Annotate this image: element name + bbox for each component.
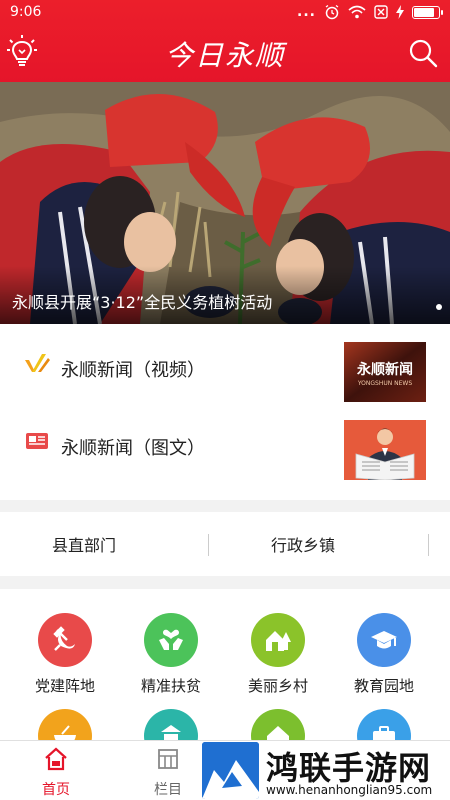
news-article-thumbnail (344, 420, 426, 480)
wifi-icon (348, 5, 366, 19)
battery-fill (414, 7, 434, 17)
top-bar: 9:06 ... 今日永顺 (0, 0, 450, 82)
service-education[interactable]: 教育园地 (334, 613, 434, 696)
app-header: 今日永顺 (0, 26, 450, 82)
banner-caption: 永顺县开展“3·12”全民义务植树活动 (12, 293, 273, 312)
nav-columns-label: 栏目 (154, 782, 182, 798)
nav-home[interactable]: 首页 (21, 747, 91, 799)
watermark-url: www.henanhonglian95.com (266, 783, 433, 797)
category-tabs: 县直部门 行政乡镇 (0, 512, 450, 576)
thumb-title: 永顺新闻 (356, 361, 413, 378)
app-screen: 9:06 ... 今日永顺 永顺县开展“3·12”全民义务植树活动 永顺新闻（视… (0, 0, 450, 800)
nav-home-label: 首页 (42, 782, 70, 798)
v-logo-icon (25, 354, 50, 372)
tab-divider (208, 534, 209, 556)
no-sim-icon (374, 5, 388, 19)
service-party-building[interactable]: 党建阵地 (15, 613, 115, 696)
service-grid: 党建阵地 精准扶贫 美丽乡村 教育园地 (0, 589, 450, 763)
service-beautiful-village[interactable]: 美丽乡村 (228, 613, 328, 696)
more-dots: ... (297, 4, 316, 20)
house-tree-icon (251, 613, 305, 667)
status-time: 9:06 (10, 4, 42, 20)
columns-icon (158, 749, 178, 769)
charging-icon (396, 5, 404, 19)
alarm-icon (325, 4, 339, 20)
news-item-video[interactable]: 永顺新闻（视频） 永顺新闻 YONGSHUN NEWS (0, 324, 450, 402)
newspaper-icon (26, 433, 48, 449)
battery-icon (412, 5, 443, 19)
thumb-subtitle: YONGSHUN NEWS (357, 380, 413, 387)
graduation-cap-icon (357, 613, 411, 667)
news-item-label: 永顺新闻（图文） (61, 438, 205, 459)
service-label: 精准扶贫 (140, 677, 201, 695)
carousel-indicator (436, 304, 442, 310)
tab-county-departments[interactable]: 县直部门 (52, 532, 116, 556)
watermark-logo-icon (202, 742, 259, 799)
banner-carousel[interactable]: 永顺县开展“3·12”全民义务植树活动 (0, 82, 450, 324)
service-label: 党建阵地 (34, 677, 95, 695)
status-bar: 9:06 ... (0, 0, 450, 26)
app-logo: 今日永顺 (164, 39, 285, 72)
tab-townships[interactable]: 行政乡镇 (271, 532, 335, 556)
service-poverty-alleviation[interactable]: 精准扶贫 (121, 613, 221, 696)
hands-heart-icon (144, 613, 198, 667)
tab-divider (428, 534, 429, 556)
news-item-label: 永顺新闻（视频） (61, 360, 205, 381)
home-icon (45, 747, 67, 771)
status-icons: ... (297, 4, 443, 20)
news-video-thumbnail: 永顺新闻 YONGSHUN NEWS (344, 342, 426, 402)
news-list: 永顺新闻（视频） 永顺新闻 YONGSHUN NEWS 永顺新闻（图文） (0, 324, 450, 500)
watermark: 鸿联手游网 www.henanhonglian95.com (202, 741, 450, 800)
search-icon[interactable] (408, 38, 438, 68)
nav-columns[interactable]: 栏目 (133, 747, 203, 799)
service-label: 教育园地 (353, 677, 414, 695)
service-label: 美丽乡村 (247, 677, 308, 695)
hammer-sickle-icon (38, 613, 92, 667)
news-item-article[interactable]: 永顺新闻（图文） (0, 402, 450, 480)
